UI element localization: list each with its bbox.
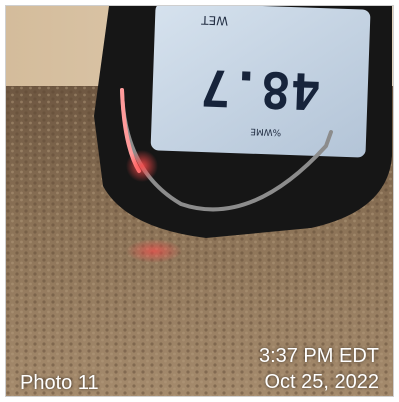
meter-reading: 48.7: [200, 58, 322, 120]
meter-display: WET 48.7 %WME: [150, 6, 371, 158]
photo-time: 3:37 PM EDT: [258, 345, 379, 367]
moisture-meter-photo: WET 48.7 %WME: [6, 6, 393, 396]
photo-frame: WET 48.7 %WME Photo 11 3:37 PM EDT Oct 2…: [5, 5, 394, 397]
carpet-red-light: [126, 239, 182, 263]
led-glow: [126, 150, 158, 182]
meter-unit: %WME: [250, 126, 282, 137]
photo-label: Photo 11: [20, 372, 99, 394]
photo-date: Oct 25, 2022: [264, 371, 379, 393]
meter-top-text: WET: [200, 13, 228, 28]
